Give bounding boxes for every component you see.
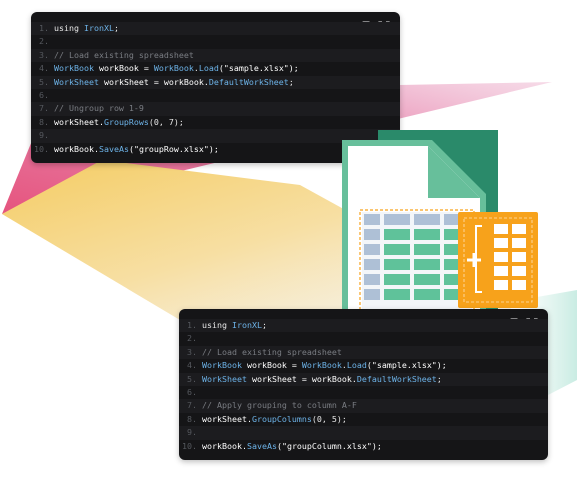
line-number: 10. xyxy=(182,440,197,451)
line-number: 6. xyxy=(187,386,197,397)
code-token: (0, 5); xyxy=(311,413,347,424)
code-text: using IronXL; xyxy=(54,22,119,35)
code-line: 4. WorkBook workBook = WorkBook.Load("sam… xyxy=(179,359,548,372)
code-token: WorkBook xyxy=(54,63,94,74)
code-token: workSheet = workBook. xyxy=(98,76,209,87)
line-number: 1. xyxy=(39,23,49,33)
code-token: ; xyxy=(261,320,267,330)
line-number: 8. xyxy=(187,413,197,424)
line-number: 2. xyxy=(39,36,49,47)
code-text: WorkBook workBook = WorkBook.Load("sampl… xyxy=(202,359,447,372)
code-token: DefaultWorkSheet xyxy=(356,373,437,384)
code-text: using IronXL; xyxy=(202,319,267,332)
code-line: 1. using IronXL; xyxy=(31,22,400,36)
code-token: workSheet. xyxy=(54,116,104,127)
line-number: 6. xyxy=(39,89,49,100)
code-token: IronXL xyxy=(83,23,114,33)
code-line: 9. xyxy=(179,426,548,440)
code-line: 5. WorkSheet workSheet = workBook.Default… xyxy=(31,75,400,89)
line-number: 9. xyxy=(187,427,197,438)
code-token: SaveAs xyxy=(246,440,277,451)
line-number: 10. xyxy=(34,143,49,154)
code-line: 3. // Load existing spreadsheet xyxy=(31,48,400,63)
code-line: 7. // Apply grouping to column A-F xyxy=(179,399,548,413)
code-line: 4. WorkBook workBook = WorkBook.Load("sam… xyxy=(31,62,400,75)
code-text: WorkSheet workSheet = workBook.DefaultWo… xyxy=(202,373,442,386)
code-text: WorkBook workBook = WorkBook.Load("sampl… xyxy=(54,62,299,75)
code-line: 10. workBook.SaveAs("groupColumn.xlsx"); xyxy=(179,440,548,453)
code-token: // Ungroup row 1-9 xyxy=(54,103,144,114)
code-token: workBook. xyxy=(202,440,247,451)
code-text: // Apply grouping to column A-F xyxy=(202,399,357,412)
code-token: ("sample.xlsx"); xyxy=(218,63,299,74)
line-number: 3. xyxy=(39,49,49,60)
line-number: 5. xyxy=(187,373,197,384)
code-token: // Apply grouping to column A-F xyxy=(202,400,357,411)
code-token: using xyxy=(54,23,84,33)
code-token: WorkBook xyxy=(301,360,342,371)
line-number: 9. xyxy=(39,130,49,141)
line-number: 2. xyxy=(187,333,197,344)
code-token: ; xyxy=(113,23,119,33)
code-token: DefaultWorkSheet xyxy=(208,76,289,87)
code-token: workBook = xyxy=(93,63,154,74)
code-token: // Load existing spreadsheet xyxy=(202,346,342,357)
code-token: Load xyxy=(346,360,367,371)
code-text: // Load existing spreadsheet xyxy=(202,346,342,359)
code-token: // Load existing spreadsheet xyxy=(54,49,194,60)
code-line: 8. workSheet.GroupColumns(0, 5); xyxy=(179,413,548,426)
code-line: 3. // Load existing spreadsheet xyxy=(179,345,548,360)
line-number: 4. xyxy=(39,63,49,74)
code-line: 1. using IronXL; xyxy=(179,319,548,333)
code-token: using xyxy=(202,320,232,330)
code-token: ("groupRow.xlsx"); xyxy=(128,143,219,154)
code-text: workBook.SaveAs("groupColumn.xlsx"); xyxy=(202,440,382,453)
line-number: 8. xyxy=(39,116,49,127)
code-lines: 1. using IronXL; 2. 3. // Load existing spre… xyxy=(179,319,548,453)
code-token: ("groupColumn.xlsx"); xyxy=(276,440,382,451)
code-line: 6. xyxy=(31,89,400,102)
code-token: ; xyxy=(436,373,442,384)
code-line: 5. WorkSheet workSheet = workBook.Default… xyxy=(179,372,548,386)
code-token: ("sample.xlsx"); xyxy=(366,360,447,371)
code-token: WorkBook xyxy=(153,63,194,74)
code-text: workSheet.GroupColumns(0, 5); xyxy=(202,413,347,426)
code-text: // Load existing spreadsheet xyxy=(54,49,194,62)
line-number: 7. xyxy=(39,103,49,114)
code-token: ; xyxy=(288,76,294,87)
code-token: IronXL xyxy=(231,320,262,330)
line-number: 5. xyxy=(39,76,49,87)
code-token: workBook = xyxy=(241,360,302,371)
line-number: 1. xyxy=(187,320,197,330)
spreadsheet-grid xyxy=(359,209,475,317)
code-token: SaveAs xyxy=(98,143,129,154)
code-line: 6. xyxy=(179,386,548,399)
code-line: 8. workSheet.GroupRows(0, 7); xyxy=(31,116,400,129)
code-text: workBook.SaveAs("groupRow.xlsx"); xyxy=(54,143,219,156)
line-number: 3. xyxy=(187,346,197,357)
code-token: workSheet. xyxy=(202,413,252,424)
code-token: WorkBook xyxy=(202,360,242,371)
code-token: workSheet = workBook. xyxy=(246,373,357,384)
line-number: 7. xyxy=(187,400,197,411)
add-columns-badge xyxy=(458,212,538,308)
code-token: GroupRows xyxy=(103,116,149,127)
code-line: 2. xyxy=(179,332,548,345)
code-token: (0, 7); xyxy=(148,116,184,127)
code-token: GroupColumns xyxy=(251,413,312,424)
code-text: WorkSheet workSheet = workBook.DefaultWo… xyxy=(54,76,294,89)
code-token: WorkSheet xyxy=(202,373,247,384)
code-token: Load xyxy=(198,63,219,74)
line-number: 4. xyxy=(187,360,197,371)
code-text: // Ungroup row 1-9 xyxy=(54,102,144,115)
code-token: workBook. xyxy=(54,143,99,154)
code-text: workSheet.GroupRows(0, 7); xyxy=(54,116,184,129)
code-token: WorkSheet xyxy=(54,76,99,87)
code-line: 7. // Ungroup row 1-9 xyxy=(31,102,400,116)
code-snippet-group-columns: 1. using IronXL; 2. 3. // Load existing spre… xyxy=(179,309,548,460)
code-line: 2. xyxy=(31,35,400,48)
